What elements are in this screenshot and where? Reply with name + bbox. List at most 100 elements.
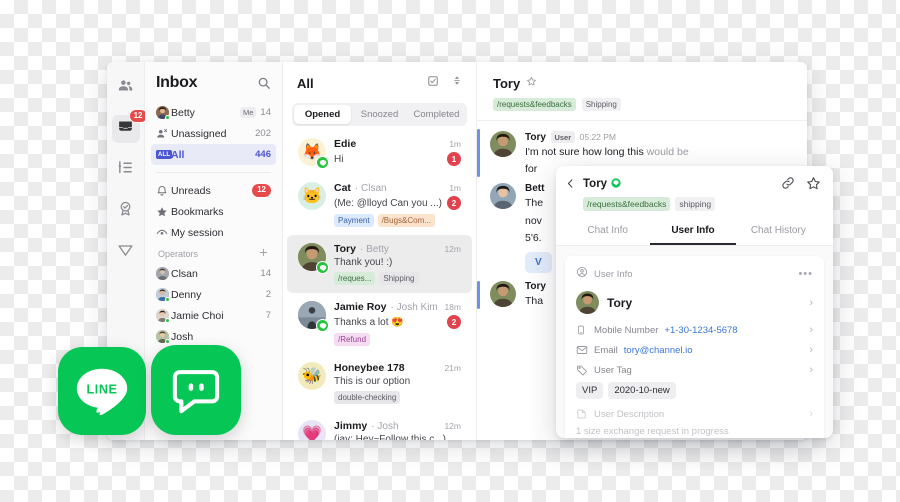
user-info-name: Tory — [607, 295, 633, 310]
star-outline-icon[interactable] — [526, 74, 537, 92]
rail-item-list[interactable] — [112, 156, 140, 184]
heart-emoji-icon: 💗 — [302, 426, 322, 440]
conversation-operator: · Betty — [359, 244, 389, 255]
tab-chat-info[interactable]: Chat Info — [565, 220, 650, 245]
rail-item-badge-check[interactable] — [112, 197, 140, 225]
conversation-list-header: All — [283, 74, 476, 103]
avatar — [490, 131, 516, 157]
field-mobile-number[interactable]: Mobile Number +1-30-1234-5678 › — [576, 320, 813, 340]
message-text-muted: would be — [646, 146, 689, 158]
avatar — [490, 281, 516, 308]
tab-opened[interactable]: Opened — [294, 105, 351, 124]
conversation-item-honeybee-178[interactable]: 🐝 Honeybee 178 21m This is our option do… — [287, 354, 472, 412]
chat-tag: /requests&feedbacks — [493, 98, 576, 111]
conversation-name: Cat — [334, 182, 351, 194]
search-icon[interactable] — [257, 76, 271, 90]
chevron-right-icon[interactable]: › — [809, 297, 813, 309]
unreads-badge: 12 — [252, 184, 271, 197]
star-outline-icon[interactable] — [806, 176, 821, 196]
sidebar-item-operator-clsan[interactable]: Clsan 14 — [151, 263, 276, 284]
chat-tag: Shipping — [581, 98, 621, 111]
avatar — [156, 309, 171, 323]
conversation-time: 12m — [444, 421, 461, 431]
tab-chat-history[interactable]: Chat History — [736, 220, 821, 245]
svg-text:LINE: LINE — [87, 382, 118, 396]
message-text-part: I'm not sure how long this — [525, 146, 647, 158]
popup-tag: shipping — [675, 197, 716, 211]
conversation-preview: This is our option — [334, 376, 411, 387]
plus-icon[interactable] — [258, 247, 269, 260]
message-author: Bett — [525, 183, 545, 195]
message-time: 05:22 PM — [579, 132, 617, 142]
message-author: Tory — [525, 281, 546, 293]
sidebar-item-operator-josh[interactable]: Josh — [151, 326, 276, 347]
online-dot — [165, 339, 170, 344]
sidebar-item-bookmarks[interactable]: Bookmarks — [151, 201, 276, 222]
avatar — [298, 301, 329, 332]
conversation-tag: double-checking — [334, 391, 401, 404]
conversation-name: Edie — [334, 138, 357, 150]
sidebar-item-unassigned[interactable]: Unassigned 202 — [151, 123, 276, 144]
more-horizontal-icon[interactable]: ••• — [798, 268, 813, 280]
conversation-item-jimmy[interactable]: 💗 Jimmy · Josh 12m (jay: Hey~Follow this… — [287, 412, 472, 440]
conversation-operator: · Josh Kim — [390, 302, 438, 313]
line-logo-icon: LINE — [76, 368, 128, 416]
tab-completed[interactable]: Completed — [408, 105, 465, 124]
user-description-value: 1 size exchange request in progress — [576, 426, 729, 437]
conversation-item-jamie-roy[interactable]: Jamie Roy · Josh Kim 18m Thanks a lot 😍 … — [287, 293, 472, 354]
eye-icon — [156, 227, 171, 239]
field-label: Mobile Number — [594, 324, 659, 336]
sidebar-item-betty[interactable]: Betty Me 14 — [151, 102, 276, 123]
mail-icon — [576, 344, 588, 356]
chevron-right-icon[interactable]: › — [809, 324, 813, 336]
message-action-button[interactable]: V — [525, 252, 552, 274]
conversation-item-tory[interactable]: Tory · Betty 12m Thank you! :) /reques..… — [287, 235, 472, 293]
line-badge[interactable]: LINE — [58, 347, 146, 435]
rail-item-inbox[interactable]: 12 — [111, 109, 148, 143]
user-tag-chip[interactable]: VIP — [576, 382, 604, 399]
online-dot — [165, 297, 170, 302]
user-info-identity-row[interactable]: Tory › — [576, 291, 813, 314]
conversation-tag: /reques... — [334, 272, 376, 285]
field-label: Email — [594, 344, 618, 356]
sidebar-item-operator-denny[interactable]: Denny 2 — [151, 284, 276, 305]
conversation-operator: · Josh — [371, 421, 399, 432]
sidebar-item-operator-jamie-choi[interactable]: Jamie Choi 7 — [151, 305, 276, 326]
chevron-right-icon[interactable]: › — [809, 344, 813, 356]
field-label: User Description — [594, 408, 665, 420]
avatar — [298, 243, 329, 274]
sidebar-item-my-session[interactable]: My session — [151, 222, 276, 243]
tab-user-info[interactable]: User Info — [650, 220, 736, 245]
rail-item-send[interactable] — [112, 238, 140, 266]
unread-badge: 2 — [447, 196, 461, 210]
tab-snoozed[interactable]: Snoozed — [351, 105, 408, 124]
conversation-item-edie[interactable]: 🦊 Edie 1m Hi 1 — [287, 130, 472, 174]
all-tag-label: ALL — [156, 150, 173, 159]
rail-item-team[interactable] — [112, 74, 140, 102]
chevron-right-icon[interactable]: › — [809, 364, 813, 376]
all-icon: ALL — [156, 150, 173, 159]
user-tag-chip[interactable]: 2020-10-new — [608, 382, 676, 399]
operator-count: 2 — [265, 289, 271, 300]
avatar: 🦊 — [298, 138, 329, 169]
chevron-left-icon[interactable] — [565, 177, 576, 195]
conversation-tag: /Refund — [334, 333, 371, 346]
field-value: +1-30-1234-5678 — [664, 324, 738, 336]
conversation-time: 18m — [444, 302, 461, 312]
user-tag-chips: VIP 2020-10-new — [576, 380, 813, 404]
channel-talk-badge[interactable] — [151, 345, 241, 435]
conversation-time: 1m — [449, 139, 461, 149]
chevron-right-icon[interactable]: › — [809, 408, 813, 420]
conversation-item-cat[interactable]: 🐱 Cat · Clsan 1m (Me: @lloyd Can you ...… — [287, 174, 472, 235]
checkbox-select-icon[interactable] — [427, 74, 439, 92]
field-user-description[interactable]: User Description › — [576, 404, 813, 424]
badge-check-icon — [117, 200, 134, 222]
conversation-preview: (Me: @lloyd Can you ...) — [334, 197, 442, 209]
sidebar-item-unreads[interactable]: Unreads 12 — [151, 180, 276, 201]
sidebar-item-all[interactable]: ALL All 446 — [151, 144, 276, 165]
link-icon[interactable] — [781, 176, 795, 196]
field-email[interactable]: Email tory@channel.io › — [576, 340, 813, 360]
sort-icon[interactable] — [452, 74, 462, 92]
list-icon — [117, 159, 134, 181]
field-user-tag[interactable]: User Tag › — [576, 360, 813, 380]
